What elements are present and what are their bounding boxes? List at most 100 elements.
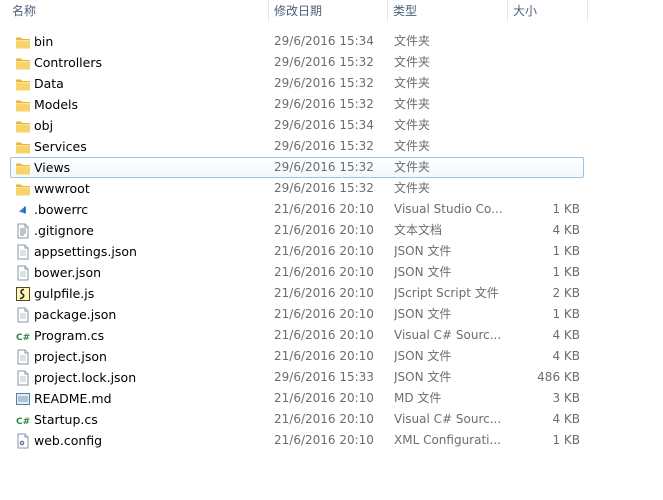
file-row[interactable]: project.lock.json 29/6/2016 15:33 JSON 文件 4… (10, 367, 584, 388)
folder-icon (15, 118, 31, 134)
item-size: 1 KB (552, 265, 580, 279)
item-size: 4 KB (552, 412, 580, 426)
item-size (511, 32, 580, 51)
item-type: 文件夹 (394, 160, 431, 174)
item-date: 21/6/2016 20:10 (274, 433, 374, 447)
folder-icon (15, 55, 31, 71)
folder-row[interactable]: wwwroot 29/6/2016 15:32 文件夹 (10, 178, 584, 199)
item-type: JScript Script 文件 (394, 286, 499, 300)
item-date: 21/6/2016 20:10 (274, 223, 374, 237)
file-row[interactable]: project.json 21/6/2016 20:10 JSON 文件 4 KB (10, 346, 584, 367)
folder-row[interactable]: obj 29/6/2016 15:34 文件夹 (10, 115, 584, 136)
column-divider[interactable] (587, 0, 588, 22)
file-row[interactable]: package.json 21/6/2016 20:10 JSON 文件 1 KB (10, 304, 584, 325)
item-type: JSON 文件 (394, 370, 452, 384)
file-row[interactable]: .gitignore 21/6/2016 20:10 文本文档 4 KB (10, 220, 584, 241)
item-name: README.md (34, 391, 112, 406)
item-name: web.config (34, 433, 103, 448)
item-size: 4 KB (552, 349, 580, 363)
file-row[interactable]: README.md 21/6/2016 20:10 MD 文件 3 KB (10, 388, 584, 409)
item-size: 3 KB (552, 391, 580, 405)
item-type: 文件夹 (394, 97, 431, 111)
item-size: 2 KB (552, 286, 580, 300)
item-size: 4 KB (552, 328, 580, 342)
visual-studio-icon (15, 202, 31, 218)
item-date: 21/6/2016 20:10 (274, 202, 374, 216)
item-date: 29/6/2016 15:33 (274, 370, 374, 384)
item-size: 4 KB (552, 223, 580, 237)
item-type: 文件夹 (394, 55, 431, 69)
file-row[interactable]: web.config 21/6/2016 20:10 XML Configurati… (10, 430, 584, 451)
item-type: 文件夹 (394, 34, 431, 48)
file-icon (15, 349, 31, 365)
column-header-date[interactable]: 修改日期 (262, 0, 382, 22)
markdown-icon (15, 391, 31, 407)
item-size (511, 137, 580, 156)
item-name: .bowerrc (34, 202, 89, 217)
folder-icon (15, 34, 31, 50)
folder-icon (15, 139, 31, 155)
item-type: JSON 文件 (394, 244, 452, 258)
csharp-icon: C# (15, 412, 31, 428)
item-date: 21/6/2016 20:10 (274, 265, 374, 279)
folder-icon (15, 97, 31, 113)
item-type: Visual Studio Co... (394, 202, 503, 216)
file-row[interactable]: C# Program.cs 21/6/2016 20:10 Visual C# Sou… (10, 325, 584, 346)
column-header-name[interactable]: 名称 (0, 0, 268, 22)
item-date: 29/6/2016 15:32 (274, 160, 374, 174)
item-type: Visual C# Sourc... (394, 412, 502, 426)
column-header-size[interactable]: 大小 (501, 0, 591, 22)
item-date: 29/6/2016 15:32 (274, 181, 374, 195)
file-row[interactable]: gulpfile.js 21/6/2016 20:10 JScript Script… (10, 283, 584, 304)
item-name: Services (34, 139, 87, 154)
item-size (511, 179, 580, 198)
column-header-type[interactable]: 类型 (381, 0, 501, 22)
item-name: package.json (34, 307, 117, 322)
file-row[interactable]: .bowerrc 21/6/2016 20:10 Visual Studio Co.… (10, 199, 584, 220)
folder-row[interactable]: Controllers 29/6/2016 15:32 文件夹 (10, 52, 584, 73)
folder-icon (15, 160, 31, 176)
item-name: obj (34, 118, 54, 133)
item-name: Program.cs (34, 328, 105, 343)
item-type: MD 文件 (394, 391, 442, 405)
item-size: 1 KB (552, 202, 580, 216)
item-name: project.lock.json (34, 370, 137, 385)
svg-text:C#: C# (16, 333, 30, 343)
folder-row[interactable]: Views 29/6/2016 15:32 文件夹 (10, 157, 584, 178)
item-date: 29/6/2016 15:32 (274, 55, 374, 69)
item-size (511, 74, 580, 93)
item-type: Visual C# Sourc... (394, 328, 502, 342)
csharp-icon: C# (15, 328, 31, 344)
item-size: 1 KB (552, 307, 580, 321)
folder-row[interactable]: Models 29/6/2016 15:32 文件夹 (10, 94, 584, 115)
item-date: 29/6/2016 15:32 (274, 97, 374, 111)
item-type: JSON 文件 (394, 307, 452, 321)
item-date: 29/6/2016 15:32 (274, 76, 374, 90)
item-size: 1 KB (552, 244, 580, 258)
item-type: JSON 文件 (394, 265, 452, 279)
folder-icon (15, 76, 31, 92)
file-row[interactable]: bower.json 21/6/2016 20:10 JSON 文件 1 KB (10, 262, 584, 283)
column-header: 名称 修改日期 类型 大小 (0, 0, 663, 22)
file-row[interactable]: appsettings.json 21/6/2016 20:10 JSON 文件 1 … (10, 241, 584, 262)
item-name: project.json (34, 349, 107, 364)
item-size (511, 95, 580, 114)
folder-row[interactable]: bin 29/6/2016 15:34 文件夹 (10, 31, 584, 52)
item-name: bin (34, 34, 54, 49)
file-icon (15, 370, 31, 386)
item-size (511, 158, 580, 177)
item-date: 21/6/2016 20:10 (274, 391, 374, 405)
item-name: .gitignore (34, 223, 94, 238)
item-date: 21/6/2016 20:10 (274, 412, 374, 426)
item-name: appsettings.json (34, 244, 137, 259)
item-size: 486 KB (537, 370, 580, 384)
config-icon (15, 433, 31, 449)
folder-row[interactable]: Data 29/6/2016 15:32 文件夹 (10, 73, 584, 94)
file-row[interactable]: C# Startup.cs 21/6/2016 20:10 Visual C# Sou… (10, 409, 584, 430)
text-file-icon (15, 223, 31, 239)
item-name: Controllers (34, 55, 102, 70)
item-date: 29/6/2016 15:34 (274, 34, 374, 48)
item-date: 21/6/2016 20:10 (274, 286, 374, 300)
folder-row[interactable]: Services 29/6/2016 15:32 文件夹 (10, 136, 584, 157)
item-name: Views (34, 160, 71, 175)
